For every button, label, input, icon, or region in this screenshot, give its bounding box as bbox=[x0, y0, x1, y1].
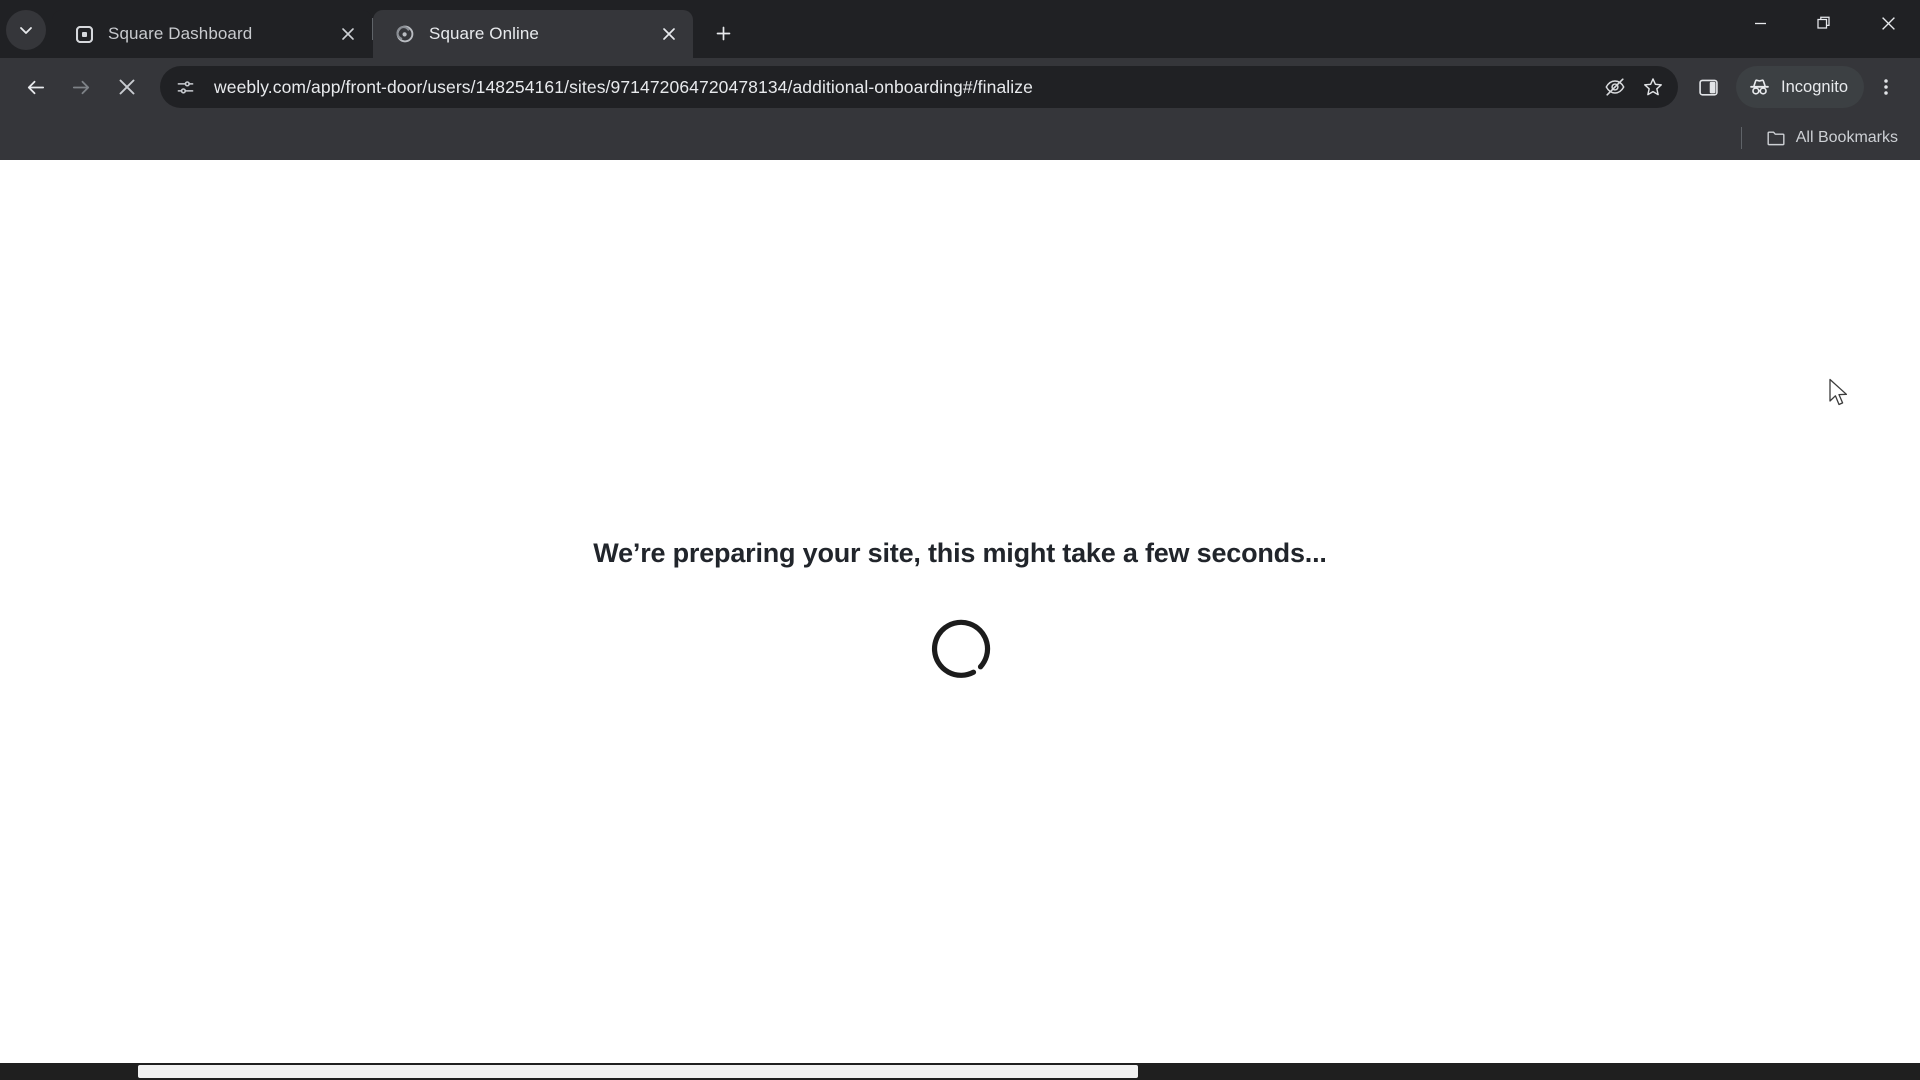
all-bookmarks-button[interactable]: All Bookmarks bbox=[1758, 124, 1906, 152]
incognito-indicator[interactable]: Incognito bbox=[1736, 66, 1864, 108]
loading-screen: We’re preparing your site, this might ta… bbox=[0, 160, 1920, 1080]
incognito-label: Incognito bbox=[1781, 77, 1848, 96]
tab-close-button[interactable] bbox=[334, 20, 362, 48]
stop-loading-icon bbox=[119, 79, 135, 95]
page-viewport: We’re preparing your site, this might ta… bbox=[0, 160, 1920, 1080]
omnibox-actions bbox=[1596, 68, 1672, 106]
page-title: We’re preparing your site, this might ta… bbox=[593, 538, 1327, 568]
folder-icon bbox=[1767, 131, 1785, 146]
tab-search-button[interactable] bbox=[6, 10, 46, 50]
incognito-hat-icon bbox=[1750, 78, 1769, 95]
forward-button[interactable] bbox=[58, 64, 104, 110]
window-controls bbox=[1728, 0, 1920, 46]
side-panel-button[interactable] bbox=[1686, 65, 1730, 109]
stop-loading-button[interactable] bbox=[104, 64, 150, 110]
tracking-protection-button[interactable] bbox=[1596, 68, 1634, 106]
new-tab-button[interactable] bbox=[703, 13, 743, 53]
loading-spinner bbox=[923, 611, 997, 685]
tab-title: Square Online bbox=[429, 24, 539, 43]
browser-window: Square Dashboard Square Online weebly.co… bbox=[0, 0, 1920, 1080]
minimize-icon bbox=[1754, 22, 1766, 24]
square-online-logo-icon bbox=[395, 24, 415, 44]
tab-square-dashboard[interactable]: Square Dashboard bbox=[52, 10, 372, 58]
eye-off-icon bbox=[1605, 78, 1625, 96]
tab-title: Square Dashboard bbox=[108, 24, 253, 43]
tab-close-button[interactable] bbox=[655, 20, 683, 48]
bookmarks-divider bbox=[1740, 127, 1742, 149]
all-bookmarks-label: All Bookmarks bbox=[1795, 129, 1898, 146]
close-icon bbox=[1881, 16, 1895, 30]
plus-icon bbox=[716, 26, 730, 40]
tune-settings-icon bbox=[177, 80, 193, 94]
maximize-restore-button[interactable] bbox=[1792, 0, 1856, 46]
horizontal-scrollbar-thumb[interactable] bbox=[138, 1065, 1138, 1078]
restore-icon bbox=[1816, 16, 1830, 29]
square-logo-icon bbox=[74, 24, 94, 44]
chevron-down-icon bbox=[20, 27, 32, 34]
arrow-right-icon bbox=[72, 80, 89, 94]
close-icon bbox=[663, 28, 675, 40]
bookmarks-bar: All Bookmarks bbox=[0, 116, 1920, 160]
close-window-button[interactable] bbox=[1856, 0, 1920, 46]
three-dot-menu-icon bbox=[1884, 79, 1888, 95]
chrome-menu-button[interactable] bbox=[1864, 65, 1908, 109]
back-button[interactable] bbox=[12, 64, 58, 110]
bookmark-button[interactable] bbox=[1634, 68, 1672, 106]
arrow-left-icon bbox=[27, 80, 44, 94]
site-info-button[interactable] bbox=[168, 70, 202, 104]
star-icon bbox=[1644, 78, 1662, 96]
tab-strip: Square Dashboard Square Online bbox=[0, 0, 1920, 58]
close-icon bbox=[342, 28, 354, 40]
url-text[interactable]: weebly.com/app/front-door/users/14825416… bbox=[214, 77, 1596, 98]
side-panel-icon bbox=[1698, 79, 1718, 96]
horizontal-scrollbar[interactable] bbox=[0, 1063, 1920, 1080]
minimize-button[interactable] bbox=[1728, 0, 1792, 46]
address-bar[interactable]: weebly.com/app/front-door/users/14825416… bbox=[160, 66, 1679, 108]
browser-toolbar: weebly.com/app/front-door/users/14825416… bbox=[0, 58, 1920, 116]
tab-square-online[interactable]: Square Online bbox=[373, 10, 693, 58]
